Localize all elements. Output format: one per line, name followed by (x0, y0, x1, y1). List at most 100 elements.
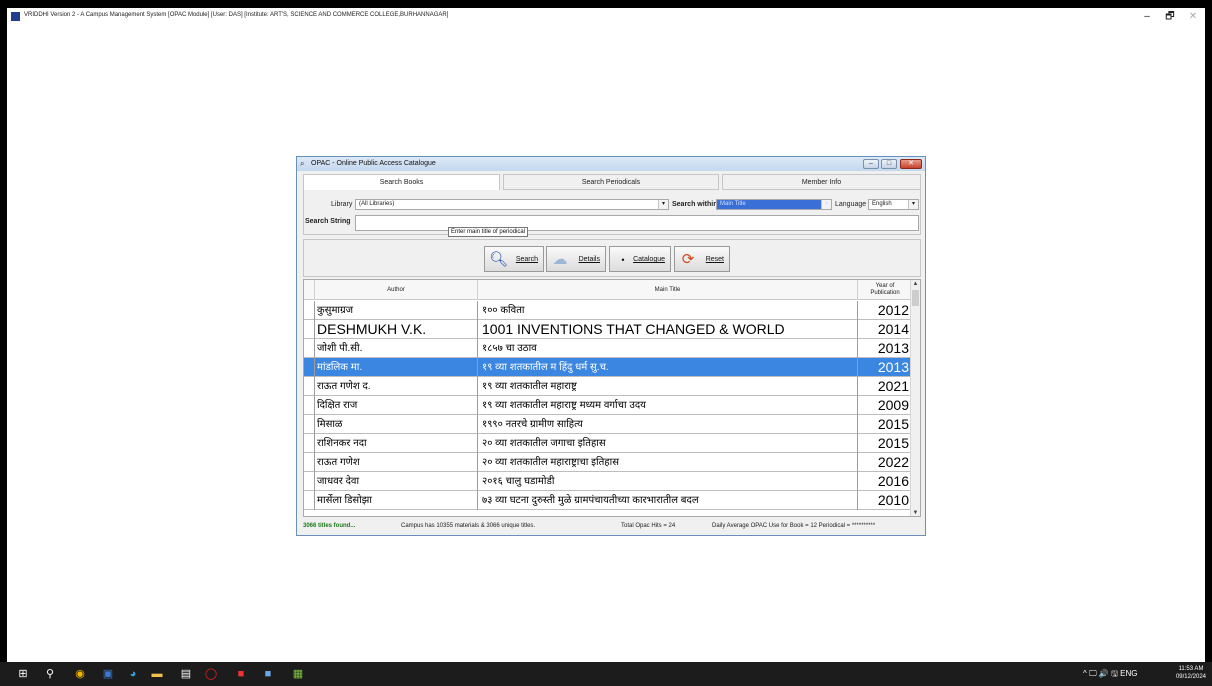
language-label: Language (835, 201, 867, 208)
results-grid: Author Main Title Year of Publication कु… (303, 279, 921, 517)
reset-button[interactable]: ⟳ Reset (674, 246, 730, 272)
cell-year: 2009 (877, 397, 909, 413)
vertical-scrollbar[interactable]: ▲ ▼ (910, 280, 920, 516)
row-pointer (304, 434, 315, 453)
header-author[interactable]: Author (315, 280, 478, 300)
search-button[interactable]: 🔍︎ Search (484, 246, 544, 272)
app-icon-red[interactable]: ■ (234, 667, 248, 681)
table-row[interactable]: जोशी पी.सी. १८५७ चा उठाव 2013 (304, 339, 912, 358)
clock-time: 11:53 AM (1178, 666, 1204, 672)
store-icon[interactable]: ▤ (179, 667, 193, 681)
table-row-selected[interactable]: मांडलिक मा. १९ व्या शतकातील म हिंदु धर्म … (304, 358, 912, 377)
status-bar: 3066 titles found... Campus has 10355 ma… (303, 521, 921, 533)
catalogue-icon: • (621, 255, 625, 265)
table-row[interactable]: DESHMUKH V.K. 1001 INVENTIONS THAT CHANGE… (304, 320, 912, 339)
cell-year: 2014 (877, 321, 909, 337)
chevron-down-icon: ▾ (658, 200, 668, 209)
search-within-value: Main Title (720, 201, 746, 207)
dialog-maximize-button[interactable]: □ (881, 159, 897, 169)
cell-year: 2015 (877, 416, 909, 432)
cell-title: १०० कविता (478, 301, 858, 320)
opac-dialog: ⌕ OPAC - Online Public Access Catalogue … (296, 156, 926, 536)
table-row[interactable]: मिसाळ १९९० नतरचे ग्रामीण साहित्य 2015 (304, 415, 912, 434)
grid-header: Author Main Title Year of Publication (304, 280, 920, 300)
app-title: VRIDDHI Version 2 - A Campus Management … (24, 12, 449, 18)
dialog-caption: ⌕ OPAC - Online Public Access Catalogue … (297, 157, 925, 171)
cell-year: 2010 (877, 492, 909, 508)
cell-title: २० व्या शतकातील जगाचा इतिहास (478, 434, 858, 453)
search-icon[interactable]: ⚲ (43, 667, 57, 681)
cell-author: जाधवर देवा (315, 472, 478, 491)
dialog-close-button[interactable]: ✕ (900, 159, 922, 169)
search-string-input[interactable] (355, 215, 919, 231)
cell-title: १९ व्या शतकातील म हिंदु धर्म सु.च. (478, 358, 858, 377)
scroll-down-icon[interactable]: ▼ (911, 509, 920, 516)
file-explorer-icon[interactable]: ▬ (150, 667, 164, 681)
refresh-icon: ⟳ (681, 251, 695, 268)
library-value: (All Libraries) (359, 201, 395, 207)
tab-member-info[interactable]: Member Info (722, 174, 921, 190)
status-campus: Campus has 10355 materials & 3066 unique… (401, 523, 536, 529)
system-tray[interactable]: ^ 🖵 🔊 🖫 ENG (1083, 668, 1137, 682)
cell-title: 1001 INVENTIONS THAT CHANGED & WORLD (478, 320, 858, 339)
search-string-label: Search String (305, 218, 351, 225)
clock[interactable]: 11:53 AM 09/12/2024 (1176, 665, 1206, 681)
details-icon: ☁ (552, 251, 568, 268)
cell-author: जोशी पी.सी. (315, 339, 478, 358)
reset-button-label: Reset (705, 256, 724, 263)
library-label: Library (331, 201, 353, 208)
table-row[interactable]: राऊत गणेश २० व्या शतकातील महाराष्ट्राचा इ… (304, 453, 912, 472)
library-select[interactable]: (All Libraries) ▾ (355, 199, 669, 210)
app-icon-blue[interactable]: ▣ (101, 667, 115, 681)
header-year-line1: Year of (875, 283, 895, 289)
tab-search-books[interactable]: Search Books (303, 174, 500, 191)
row-pointer (304, 415, 315, 434)
minimize-button[interactable]: – (1137, 10, 1157, 24)
tab-search-periodicals[interactable]: Search Periodicals (503, 174, 719, 190)
scroll-up-icon[interactable]: ▲ (911, 280, 920, 289)
search-within-select[interactable]: Main Title ▾ (716, 199, 832, 210)
row-pointer (304, 491, 315, 510)
row-pointer (304, 396, 315, 415)
chrome-icon[interactable]: ◉ (73, 667, 87, 681)
status-daily: Daily Average OPAC Use for Book = 12 Per… (712, 523, 876, 529)
table-row[interactable]: दिक्षित राज १९ व्या शतकातील महाराष्ट्र मध… (304, 396, 912, 415)
table-row[interactable]: मार्सेला डिसोझा ७३ व्या घटना दुरुस्ती मुळ… (304, 491, 912, 510)
cell-title: १८५७ चा उठाव (478, 339, 858, 358)
table-row[interactable]: राशिनकर नदा २० व्या शतकातील जगाचा इतिहास 2… (304, 434, 912, 453)
app-icon-window[interactable]: ■ (261, 667, 275, 681)
scroll-thumb[interactable] (912, 290, 919, 306)
cell-author: मांडलिक मा. (315, 358, 478, 377)
cell-title: १९ व्या शतकातील महाराष्ट्र मध्यम वर्गाचा… (478, 396, 858, 415)
table-row[interactable]: जाधवर देवा २०१६ चालु घडामोडी 2016 (304, 472, 912, 491)
status-hits: Total Opac Hits = 24 (621, 523, 676, 529)
table-row[interactable]: कुसुमाग्रज १०० कविता 2012 (304, 301, 912, 320)
app-icon (11, 12, 20, 21)
tooltip: Enter main title of periodical (448, 227, 529, 237)
windows-start-icon[interactable]: ⊞ (16, 667, 30, 681)
table-row[interactable]: राऊत गणेश द. १९ व्या शतकातील महाराष्ट्र 20… (304, 377, 912, 396)
row-pointer (304, 377, 315, 396)
edge-icon[interactable]: ◕ (126, 667, 140, 681)
cell-year: 2021 (877, 378, 909, 394)
opera-icon[interactable]: ◯ (204, 667, 218, 681)
cell-year: 2015 (877, 435, 909, 451)
details-button[interactable]: ☁ Details (546, 246, 606, 272)
restore-button[interactable]: 🗗 (1160, 10, 1180, 24)
cell-title: २०१६ चालु घडामोडी (478, 472, 858, 491)
magnifier-icon: 🔍︎ (489, 251, 509, 268)
vriddhi-taskbar-icon[interactable]: ▦ (291, 667, 305, 681)
row-pointer (304, 320, 315, 339)
header-year[interactable]: Year of Publication (858, 280, 912, 300)
header-main-title[interactable]: Main Title (478, 280, 858, 300)
language-select[interactable]: English ▾ (868, 199, 919, 210)
search-within-label: Search within (672, 201, 718, 208)
cell-title: २० व्या शतकातील महाराष्ट्राचा इतिहास (478, 453, 858, 472)
catalogue-button[interactable]: • Catalogue (609, 246, 671, 272)
dialog-minimize-button[interactable]: – (863, 159, 879, 169)
chevron-down-icon: ▾ (908, 200, 918, 209)
status-found: 3066 titles found... (303, 523, 356, 529)
search-button-label: Search (515, 256, 538, 263)
close-button[interactable]: ✕ (1183, 10, 1203, 24)
cell-year: 2022 (877, 454, 909, 470)
